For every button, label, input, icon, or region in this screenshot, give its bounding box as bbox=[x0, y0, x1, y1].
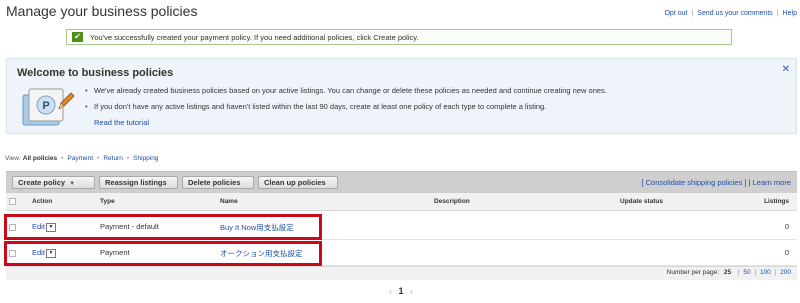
top-links: Opt out | Send us your comments | Help bbox=[664, 10, 797, 17]
read-tutorial-link[interactable]: Read the tutorial bbox=[94, 118, 149, 127]
view-payment-link[interactable]: Payment bbox=[67, 155, 93, 162]
view-shipping-link[interactable]: Shipping bbox=[133, 155, 158, 162]
next-page-icon[interactable]: › bbox=[410, 286, 413, 296]
edit-link[interactable]: Edit bbox=[32, 222, 45, 231]
toolbar-right-links: [ Consolidate shipping policies ] | Lear… bbox=[641, 178, 791, 187]
table-row: Edit ▼ Payment - default Buy It Now用支払設定 … bbox=[6, 214, 797, 240]
table-row: Edit ▼ Payment オークション用支払設定 0 bbox=[6, 240, 797, 266]
header-update-status: Update status bbox=[620, 198, 663, 205]
separator: | bbox=[776, 10, 779, 17]
welcome-bullets: We've already created business policies … bbox=[85, 83, 607, 115]
policy-toolbar: Create policy ▼ Reassign listings Delete … bbox=[6, 171, 797, 193]
clean-up-policies-button[interactable]: Clean up policies bbox=[258, 176, 338, 189]
per-page-option[interactable]: 100 bbox=[760, 269, 771, 276]
separator: • bbox=[61, 155, 64, 162]
header-name[interactable]: Name bbox=[220, 198, 238, 205]
delete-policies-button[interactable]: Delete policies bbox=[182, 176, 254, 189]
chevron-down-icon[interactable]: ▼ bbox=[45, 222, 56, 232]
header-type: Type bbox=[100, 198, 115, 205]
row-action: Edit ▼ bbox=[32, 248, 56, 258]
welcome-bullet: If you don't have any active listings an… bbox=[85, 99, 607, 115]
learn-more-link[interactable]: Learn more bbox=[753, 178, 791, 187]
consolidate-shipping-link[interactable]: [ Consolidate shipping policies ] bbox=[641, 178, 746, 187]
success-message-box: ✔ You've successfully created your payme… bbox=[66, 29, 732, 45]
previous-page-icon[interactable]: ‹ bbox=[389, 286, 392, 296]
reassign-listings-button[interactable]: Reassign listings bbox=[99, 176, 178, 189]
select-all-checkbox[interactable] bbox=[9, 198, 16, 205]
opt-out-link[interactable]: Opt out bbox=[664, 10, 687, 17]
welcome-title: Welcome to business policies bbox=[17, 67, 174, 79]
row-action: Edit ▼ bbox=[32, 222, 56, 232]
table-footer: Number per page: 25 | 50 | 100 | 200 bbox=[6, 266, 797, 280]
per-page-current: 25 bbox=[723, 269, 732, 276]
welcome-panel: Welcome to business policies ✕ P We've a… bbox=[6, 58, 797, 134]
view-return-link[interactable]: Return bbox=[103, 155, 123, 162]
row-listings-count: 0 bbox=[784, 248, 789, 257]
success-message-text: You've successfully created your payment… bbox=[90, 33, 419, 42]
header-action: Action bbox=[32, 198, 53, 205]
row-checkbox[interactable] bbox=[9, 250, 16, 257]
illustration-letter: P bbox=[42, 100, 49, 112]
close-icon[interactable]: ✕ bbox=[782, 64, 790, 75]
welcome-bullet: We've already created business policies … bbox=[85, 83, 607, 99]
view-all-policies[interactable]: All policies bbox=[23, 155, 57, 162]
separator: • bbox=[126, 155, 130, 162]
per-page-option[interactable]: 50 bbox=[743, 269, 750, 276]
send-comments-link[interactable]: Send us your comments bbox=[697, 10, 772, 17]
chevron-down-icon: ▼ bbox=[69, 181, 76, 187]
pagination: ‹ 1 › bbox=[389, 286, 413, 296]
row-type: Payment bbox=[100, 248, 130, 257]
checkmark-icon: ✔ bbox=[72, 32, 83, 42]
row-checkbox[interactable] bbox=[9, 224, 16, 231]
policy-name-link[interactable]: Buy It Now用支払設定 bbox=[220, 222, 294, 233]
row-listings-count: 0 bbox=[784, 222, 789, 231]
header-listings[interactable]: Listings bbox=[764, 198, 789, 205]
chevron-down-icon[interactable]: ▼ bbox=[45, 248, 56, 258]
help-link[interactable]: Help bbox=[783, 10, 797, 17]
per-page-option[interactable]: 200 bbox=[780, 269, 791, 276]
policy-name-link[interactable]: オークション用支払設定 bbox=[220, 248, 303, 259]
create-policy-label: Create policy bbox=[18, 178, 66, 187]
row-type: Payment - default bbox=[100, 222, 159, 231]
separator: | bbox=[691, 10, 694, 17]
separator: • bbox=[97, 155, 100, 162]
create-policy-button[interactable]: Create policy ▼ bbox=[12, 176, 95, 189]
policy-document-icon: P bbox=[22, 88, 75, 126]
view-label: View: bbox=[5, 155, 21, 162]
view-filter: View: All policies • Payment • Return • … bbox=[5, 155, 158, 162]
per-page-selector: Number per page: 25 | 50 | 100 | 200 bbox=[666, 269, 791, 276]
edit-link[interactable]: Edit bbox=[32, 248, 45, 257]
page-title: Manage your business policies bbox=[6, 3, 198, 19]
current-page-number: 1 bbox=[398, 286, 404, 296]
table-header: Action Type Name Description Update stat… bbox=[6, 193, 797, 211]
header-description: Description bbox=[434, 198, 470, 205]
per-page-label: Number per page: bbox=[666, 269, 720, 276]
